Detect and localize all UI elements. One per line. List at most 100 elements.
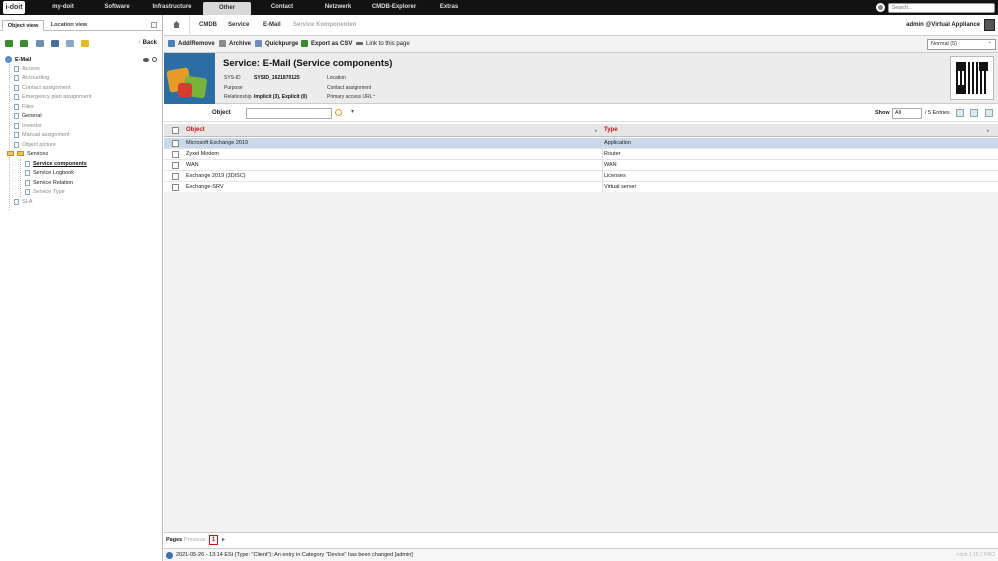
- zoom-icon[interactable]: [152, 57, 157, 62]
- nav-item-my-doit[interactable]: my-doit: [44, 0, 82, 15]
- export-csv-button[interactable]: Export as CSV: [301, 36, 352, 53]
- breadcrumb-cmdb[interactable]: CMDB: [199, 15, 217, 36]
- tab-location-view[interactable]: Location view: [46, 20, 92, 31]
- row-checkbox[interactable]: [172, 184, 179, 191]
- qr-code[interactable]: [950, 56, 994, 100]
- status-bar: 2021-05-26 - 13:14 ESt (Type: "Client"):…: [164, 548, 998, 561]
- expand-all-icon[interactable]: [20, 40, 28, 47]
- nav-item-other[interactable]: Other: [203, 2, 251, 15]
- archive-button[interactable]: Archive: [219, 36, 251, 53]
- tree-root-label: E-Mail: [15, 57, 32, 63]
- app-logo[interactable]: i-doit: [3, 1, 25, 14]
- document-icon: [25, 169, 30, 176]
- nav-item-contact[interactable]: Contact: [261, 0, 303, 15]
- tree-item-manual-assignment[interactable]: Manual assignment: [14, 131, 70, 140]
- nav-item-software[interactable]: Software: [96, 0, 138, 15]
- logout-icon[interactable]: [876, 3, 885, 12]
- tree-item-label: Service components: [33, 161, 87, 167]
- list-view-icon[interactable]: [970, 109, 978, 117]
- nav-item-extras[interactable]: Extras: [432, 0, 466, 15]
- tree-item-sla[interactable]: SLA: [14, 198, 32, 207]
- tree-item-files[interactable]: Files: [14, 103, 34, 112]
- global-search-input[interactable]: [888, 3, 995, 13]
- tree-item-service-type[interactable]: Service Type: [25, 188, 65, 197]
- row-checkbox[interactable]: [172, 162, 179, 169]
- tree-item-label: Object picture: [22, 142, 56, 148]
- next-page-button[interactable]: ▸: [222, 536, 225, 543]
- table-row[interactable]: Exchange 2019 (3DISC) Licenses: [164, 171, 998, 182]
- document-icon: [14, 65, 19, 72]
- show-entries-select[interactable]: All: [892, 108, 922, 119]
- tree-item-label: Emergency plan assignment: [22, 94, 92, 100]
- link-to-page-button[interactable]: Link to this page: [356, 36, 410, 53]
- primary-access-url-label[interactable]: Primary access URL: [327, 94, 373, 100]
- tree-item-label: Accounting: [22, 75, 50, 81]
- tree-item-label: General: [22, 113, 42, 119]
- status-filter-select[interactable]: Normal (5): [927, 38, 996, 50]
- quickpurge-button[interactable]: Quickpurge: [255, 36, 298, 53]
- tree-item-service-components[interactable]: Service components: [25, 160, 87, 169]
- expand-panel-icon[interactable]: [151, 22, 157, 28]
- home-icon[interactable]: [173, 21, 180, 28]
- row-checkbox[interactable]: [172, 173, 179, 180]
- eye-icon[interactable]: [143, 58, 149, 62]
- row-checkbox[interactable]: [172, 151, 179, 158]
- tree-item-object-picture[interactable]: Object picture: [14, 141, 56, 150]
- avatar[interactable]: [984, 19, 995, 31]
- breadcrumb-e-mail[interactable]: E-Mail: [263, 15, 281, 36]
- table-row[interactable]: WAN WAN: [164, 160, 998, 171]
- tree-item-access[interactable]: Access: [14, 65, 40, 74]
- lock-icon[interactable]: [81, 40, 89, 47]
- filter-options-chevron-icon[interactable]: ▾: [351, 108, 354, 115]
- object-filter-input[interactable]: [246, 108, 332, 119]
- sort-icon[interactable]: ▸: [595, 128, 598, 134]
- tab-object-view[interactable]: Object view: [2, 20, 44, 31]
- object-cell[interactable]: WAN: [186, 160, 199, 171]
- tree-item-emergency-plan[interactable]: Emergency plan assignment: [14, 93, 91, 102]
- add-remove-button[interactable]: Add/Remove: [168, 36, 215, 53]
- tree-item-service-logbook[interactable]: Service Logbook: [25, 169, 74, 178]
- show-label: Show: [875, 110, 890, 116]
- user-label[interactable]: admin @Virtual Appliance: [906, 15, 980, 36]
- comment-icon[interactable]: [66, 40, 74, 47]
- select-all-checkbox[interactable]: [172, 127, 179, 134]
- access-url-chevron-icon[interactable]: ⌄: [372, 92, 376, 98]
- tree-item-accounting[interactable]: Accounting: [14, 74, 49, 83]
- sort-icon[interactable]: ▸: [987, 128, 990, 134]
- document-icon: [14, 74, 19, 81]
- column-header-object[interactable]: Object: [186, 124, 205, 137]
- object-cell[interactable]: Exchange 2019 (3DISC): [186, 171, 246, 182]
- filter-label: Object: [212, 110, 231, 116]
- previous-page-button[interactable]: Previous: [184, 537, 205, 543]
- table-row[interactable]: Microsoft Exchange 2019 Application: [164, 138, 998, 149]
- nav-item-infrastructure[interactable]: Infrastructure: [146, 0, 198, 15]
- object-cell[interactable]: Zyxel Modem: [186, 149, 219, 160]
- document-icon: [14, 93, 19, 100]
- search-icon[interactable]: [335, 109, 342, 116]
- csv-icon: [301, 39, 308, 47]
- settings-icon[interactable]: [985, 109, 993, 117]
- back-button[interactable]: ↑ Back: [138, 39, 157, 48]
- list-icon[interactable]: [36, 40, 44, 47]
- current-page-button[interactable]: 1: [209, 535, 218, 545]
- document-icon: [14, 141, 19, 148]
- object-cell[interactable]: Microsoft Exchange 2019: [186, 138, 248, 149]
- object-picture: [164, 53, 215, 104]
- tree-structure-icon[interactable]: [5, 40, 13, 47]
- type-cell: Application: [604, 140, 631, 146]
- table-row[interactable]: Zyxel Modem Router: [164, 149, 998, 160]
- column-header-type[interactable]: Type: [604, 124, 618, 137]
- tree-item-inventor[interactable]: Inventor: [14, 122, 42, 131]
- tree-item-service-relation[interactable]: Service Relation: [25, 179, 73, 188]
- nav-item-cmdb-explorer[interactable]: CMDB-Explorer: [366, 0, 422, 15]
- tree-item-contact-assignment[interactable]: Contact assignment: [14, 84, 71, 93]
- export-icon[interactable]: [956, 109, 964, 117]
- breadcrumb-service[interactable]: Service: [228, 15, 249, 36]
- nav-item-netzwerk[interactable]: Netzwerk: [317, 0, 359, 15]
- tree-item-services[interactable]: Services: [7, 150, 48, 159]
- tree-item-general[interactable]: General: [14, 112, 42, 121]
- row-checkbox[interactable]: [172, 140, 179, 147]
- contact-assignment-label: Contact assignment: [327, 85, 372, 91]
- monitor-icon[interactable]: [51, 40, 59, 47]
- info-icon[interactable]: [166, 552, 173, 559]
